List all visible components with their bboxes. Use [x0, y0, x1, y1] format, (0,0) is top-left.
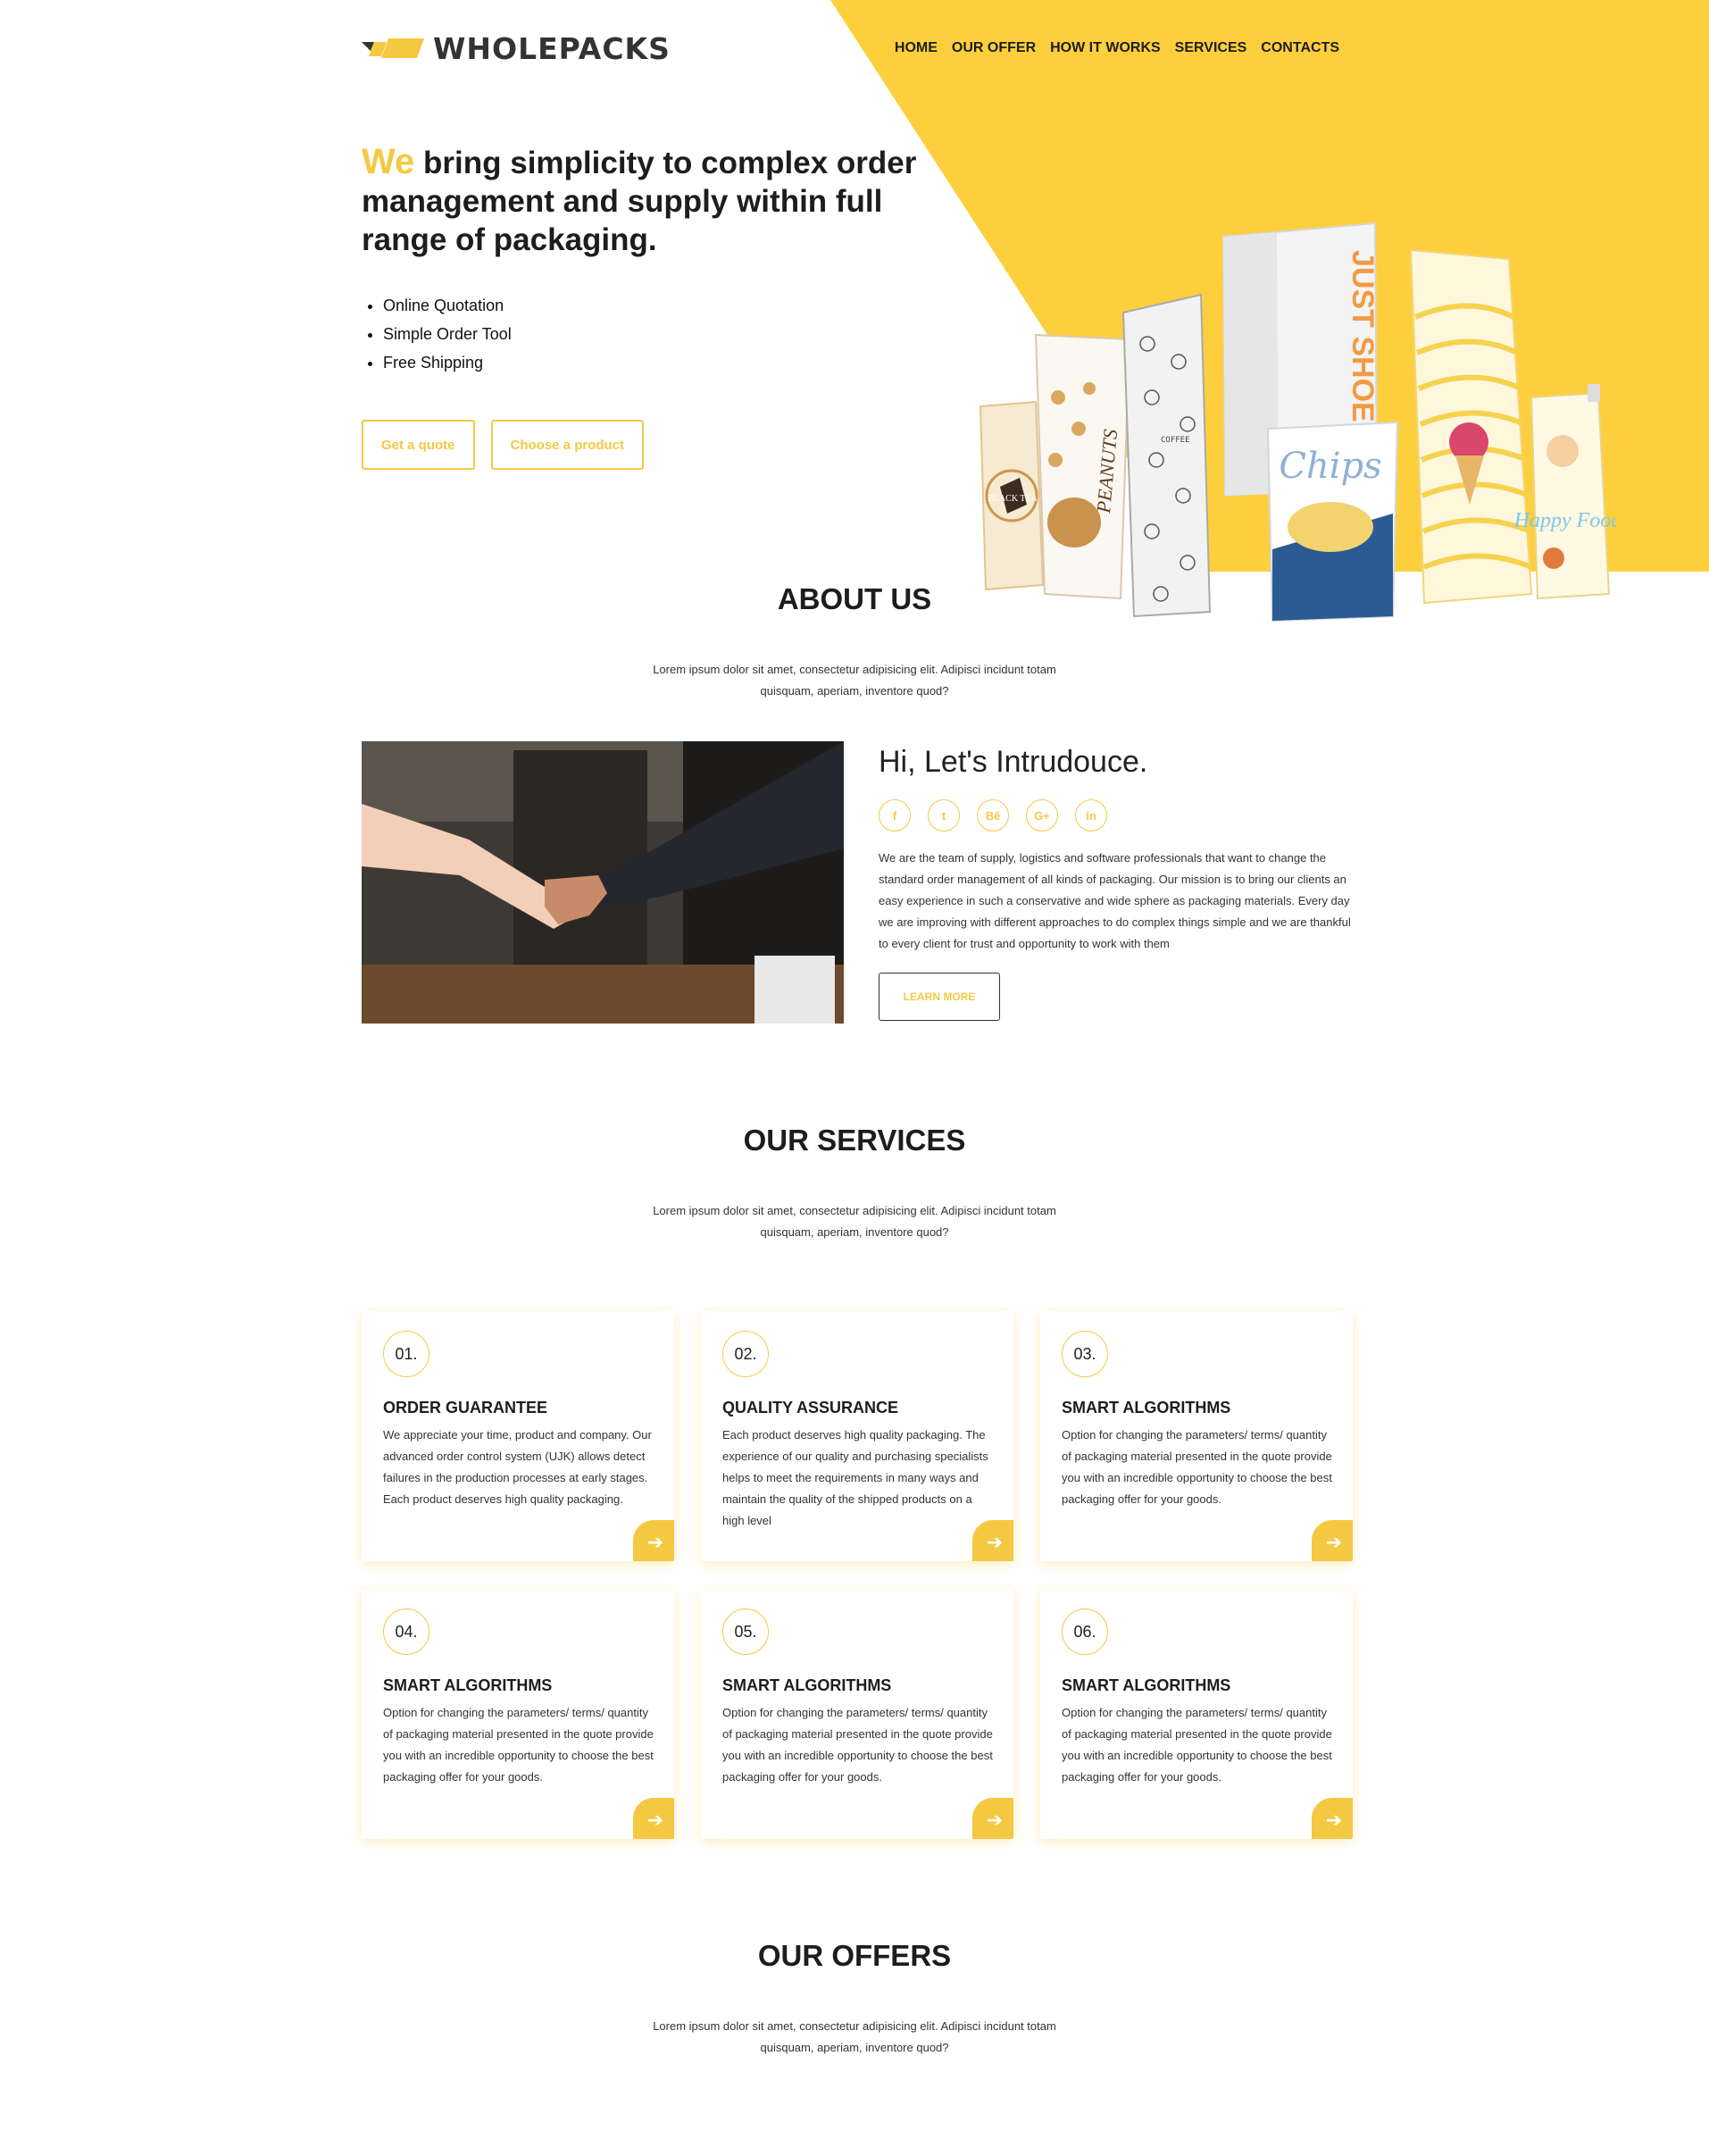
service-card: 03. SMART ALGORITHMS Option for changing… [1040, 1311, 1353, 1561]
logo[interactable]: WHOLEPACKS [362, 31, 671, 66]
hero-headline-text: bring simplicity to complex order manage… [362, 146, 917, 257]
service-text: Option for changing the parameters/ term… [722, 1706, 993, 1784]
service-number: 03. [1062, 1331, 1108, 1377]
feature-item: Online Quotation [383, 291, 933, 320]
arrow-right-icon[interactable]: ➔ [633, 1520, 674, 1561]
about-subtitle: Lorem ipsum dolor sit amet, consectetur … [653, 663, 1056, 698]
nav-home[interactable]: HOME [895, 40, 938, 56]
hero-content: We bring simplicity to complex order man… [362, 143, 933, 470]
shoe-box-label: JUST SHOE [1346, 250, 1380, 422]
nav-our-offer[interactable]: OUR OFFER [952, 40, 1036, 56]
learn-more-button[interactable]: LEARN MORE [879, 973, 1000, 1021]
arrow-right-icon[interactable]: ➔ [1312, 1798, 1353, 1839]
service-text: Option for changing the parameters/ term… [1062, 1706, 1332, 1784]
handshake-photo [362, 741, 844, 1024]
service-card: 02. QUALITY ASSURANCE Each product deser… [701, 1311, 1013, 1561]
feature-list: Online Quotation Simple Order Tool Free … [362, 291, 933, 377]
striped-bag-package [1409, 248, 1533, 605]
service-number: 06. [1062, 1609, 1108, 1655]
hero-headline: We bring simplicity to complex order man… [362, 143, 933, 259]
service-number: 04. [383, 1609, 429, 1655]
logo-stripes-icon [362, 38, 424, 58]
offers-title: OUR OFFERS [757, 1939, 952, 1972]
choose-product-button[interactable]: Choose a product [490, 420, 645, 470]
behance-icon[interactable]: Bē [977, 799, 1009, 831]
arrow-right-icon[interactable]: ➔ [633, 1798, 674, 1839]
get-quote-button[interactable]: Get a quote [362, 420, 475, 470]
arrow-right-icon[interactable]: ➔ [972, 1520, 1013, 1561]
service-text: Option for changing the parameters/ term… [383, 1706, 654, 1784]
tea-box-package: BLACK TEA [979, 400, 1045, 591]
tea-label: BLACK TEA [988, 494, 1038, 504]
service-title: QUALITY ASSURANCE [722, 1399, 899, 1416]
service-title: SMART ALGORITHMS [1062, 1676, 1231, 1694]
arrow-right-icon[interactable]: ➔ [972, 1798, 1013, 1839]
about-content: Hi, Let's Intrudouce. f t Bē G+ in We ar… [879, 741, 1352, 1021]
service-title: SMART ALGORITHMS [1062, 1399, 1231, 1416]
service-card: 01. ORDER GUARANTEE We appreciate your t… [362, 1311, 674, 1561]
service-number: 05. [722, 1609, 769, 1655]
google-plus-icon[interactable]: G+ [1026, 799, 1058, 831]
service-title: ORDER GUARANTEE [383, 1399, 548, 1416]
chips-label: Chips [1279, 446, 1381, 487]
service-text: Each product deserves high quality packa… [722, 1428, 988, 1527]
brand-name: WHOLEPACKS [433, 30, 671, 66]
service-text: We appreciate your time, product and com… [383, 1428, 652, 1506]
linkedin-icon[interactable]: in [1075, 799, 1107, 831]
facebook-icon[interactable]: f [879, 799, 911, 831]
nav-contacts[interactable]: CONTACTS [1261, 40, 1339, 56]
service-text: Option for changing the parameters/ term… [1062, 1428, 1332, 1506]
arrow-right-icon[interactable]: ➔ [1312, 1520, 1353, 1561]
social-links: f t Bē G+ in [879, 799, 1352, 831]
coffee-label: COFFEE [1161, 436, 1190, 445]
main-nav: HOME OUR OFFER HOW IT WORKS SERVICES CON… [895, 40, 1339, 56]
feature-item: Simple Order Tool [383, 320, 933, 348]
about-title: ABOUT US [777, 582, 932, 615]
coffee-bag-package: COFFEE [1121, 293, 1212, 618]
nav-how-it-works[interactable]: HOW IT WORKS [1050, 40, 1161, 56]
feature-item: Free Shipping [383, 348, 933, 377]
service-card: 05. SMART ALGORITHMS Option for changing… [701, 1589, 1013, 1839]
service-title: SMART ALGORITHMS [722, 1676, 892, 1694]
peanuts-bag-package: PEANUTS [1034, 333, 1131, 600]
service-number: 02. [722, 1331, 769, 1377]
site-header: WHOLEPACKS HOME OUR OFFER HOW IT WORKS S… [362, 27, 1353, 70]
about-body: We are the team of supply, logistics and… [879, 851, 1351, 950]
offers-subtitle: Lorem ipsum dolor sit amet, consectetur … [653, 2019, 1056, 2054]
service-card: 04. SMART ALGORITHMS Option for changing… [362, 1589, 674, 1839]
nav-services[interactable]: SERVICES [1175, 40, 1247, 56]
service-title: SMART ALGORITHMS [383, 1676, 553, 1694]
packaging-products-image: BLACK TEA PEANUTS COFFEE JUST SHOE Happy… [979, 221, 1616, 623]
twitter-icon[interactable]: t [928, 799, 960, 831]
intro-title: Hi, Let's Intrudouce. [879, 745, 1148, 779]
hero-accent-word: We [362, 142, 415, 181]
services-title: OUR SERVICES [743, 1124, 966, 1157]
service-number: 01. [383, 1331, 429, 1377]
pouch-label: Happy Food [1513, 509, 1616, 532]
service-card: 06. SMART ALGORITHMS Option for changing… [1040, 1589, 1353, 1839]
services-subtitle: Lorem ipsum dolor sit amet, consectetur … [653, 1204, 1056, 1239]
